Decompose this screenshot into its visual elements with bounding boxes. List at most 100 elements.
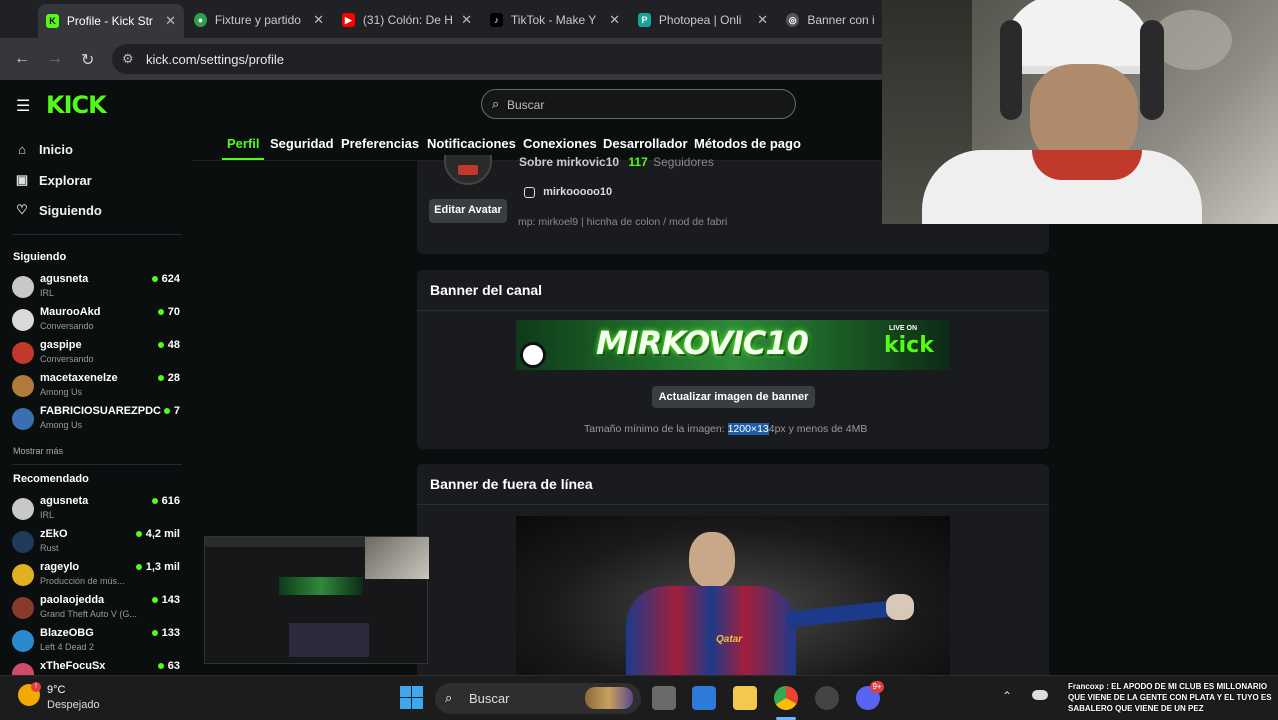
- microsoft-store-icon[interactable]: [692, 686, 716, 710]
- search-placeholder: Buscar: [507, 98, 545, 112]
- live-dot-icon: [157, 663, 164, 670]
- live-dot-icon: [151, 276, 158, 283]
- live-dot-icon: [157, 342, 164, 349]
- avatar: [12, 309, 34, 331]
- channel-name: xTheFocuSx: [40, 660, 106, 672]
- sidebar-item-inicio[interactable]: ⌂ Inicio: [14, 142, 73, 157]
- channel-item[interactable]: zEkO Rust 4,2 mil: [12, 528, 180, 558]
- chrome-icon[interactable]: [774, 686, 798, 710]
- channel-item[interactable]: macetaxenelze Among Us 28: [12, 372, 180, 402]
- following-section-title: Siguiendo: [13, 251, 67, 263]
- close-tab-icon[interactable]: ✕: [461, 12, 472, 28]
- close-tab-icon[interactable]: ✕: [313, 12, 324, 28]
- sidebar-item-label: Explorar: [39, 172, 92, 188]
- offline-banner-card: Banner de fuera de línea Qatar: [417, 464, 1049, 675]
- channel-item[interactable]: FABRICIOSUAREZPDC Among Us 7: [12, 405, 180, 435]
- live-dot-icon: [151, 630, 158, 637]
- channel-item[interactable]: agusneta IRL 624: [12, 273, 180, 303]
- update-banner-button[interactable]: Actualizar imagen de banner: [652, 386, 815, 408]
- edit-avatar-button[interactable]: Editar Avatar: [429, 199, 507, 223]
- back-arrow-icon[interactable]: ←: [14, 50, 30, 68]
- tab-desarrollador[interactable]: Desarrollador: [603, 136, 688, 151]
- channel-item[interactable]: paolaojedda Grand Theft Auto V (G... 143: [12, 594, 180, 624]
- player-arm: [785, 600, 897, 628]
- close-tab-icon[interactable]: ✕: [757, 12, 768, 28]
- show-more-link[interactable]: Mostrar más: [13, 446, 63, 456]
- close-tab-icon[interactable]: ✕: [165, 13, 176, 29]
- channel-item[interactable]: BlazeOBG Left 4 Dead 2 133: [12, 627, 180, 657]
- tab-metodos-de-pago[interactable]: Métodos de pago: [694, 136, 801, 151]
- webcam-cap: [1002, 0, 1152, 74]
- avatar: [12, 564, 34, 586]
- live-dot-icon: [163, 408, 170, 415]
- channel-item[interactable]: agusneta IRL 616: [12, 495, 180, 525]
- chevron-up-icon[interactable]: ⌃: [1002, 689, 1012, 703]
- task-view-icon[interactable]: [652, 686, 676, 710]
- sidebar-item-explorar[interactable]: ▣ Explorar: [14, 172, 92, 188]
- avatar: [12, 597, 34, 619]
- recommended-section-title: Recomendado: [13, 473, 89, 485]
- offline-banner-title: Banner de fuera de línea: [430, 476, 593, 492]
- tab-kick-profile[interactable]: K Profile - Kick Str ✕: [38, 4, 184, 38]
- site-info-icon[interactable]: ⚙: [122, 51, 134, 67]
- hamburger-menu-icon[interactable]: ☰: [16, 96, 30, 116]
- channel-name: rageylo: [40, 561, 80, 573]
- tab-youtube[interactable]: ▶ (31) Colón: De H ✕: [334, 6, 480, 34]
- avatar: [12, 630, 34, 652]
- channel-name: macetaxenelze: [40, 372, 118, 384]
- channel-category: Among Us: [40, 420, 83, 430]
- tab-title: (31) Colón: De H: [362, 13, 453, 27]
- sidebar-item-siguiendo[interactable]: ♡ Siguiendo: [14, 202, 102, 218]
- sidebar-item-label: Siguiendo: [39, 202, 102, 218]
- close-tab-icon[interactable]: ✕: [609, 12, 620, 28]
- tab-notificaciones[interactable]: Notificaciones: [427, 136, 516, 151]
- sidebar-item-label: Inicio: [39, 142, 73, 157]
- tab-perfil[interactable]: Perfil: [227, 136, 260, 151]
- tab-tiktok[interactable]: ♪ TikTok - Make Y ✕: [482, 6, 628, 34]
- reload-icon[interactable]: ↻: [81, 50, 94, 70]
- card-separator: [417, 504, 1049, 505]
- channel-item[interactable]: MaurooAkd Conversando 70: [12, 306, 180, 336]
- viewer-count: 70: [157, 306, 180, 318]
- windows-start-icon[interactable]: [400, 686, 424, 710]
- photopea-favicon-icon: P: [638, 13, 651, 27]
- start-pane: [412, 686, 423, 697]
- tab-conexiones[interactable]: Conexiones: [523, 136, 597, 151]
- instagram-link[interactable]: mirkooooo10: [524, 186, 612, 198]
- live-dot-icon: [135, 531, 142, 538]
- shirt-collar-stripe: [1032, 150, 1142, 180]
- banner-title-text: MIRKOVIC10: [596, 324, 809, 362]
- search-input[interactable]: ⌕ Buscar: [481, 89, 796, 119]
- avatar: [444, 155, 492, 185]
- tab-fixture[interactable]: ● Fixture y partido ✕: [186, 6, 332, 34]
- weather-description: Despejado: [47, 699, 100, 711]
- avatar: [12, 342, 34, 364]
- tab-banner[interactable]: ◎ Banner con im: [778, 6, 882, 34]
- obs-icon[interactable]: [815, 686, 839, 710]
- discord-badge: 9+: [870, 681, 884, 693]
- tab-title: Fixture y partido: [214, 13, 301, 27]
- avatar: [12, 498, 34, 520]
- tab-title: Banner con im: [807, 13, 874, 27]
- hint-highlight: 1200×13: [727, 423, 769, 435]
- tab-preferencias[interactable]: Preferencias: [341, 136, 419, 151]
- channel-name: agusneta: [40, 495, 89, 507]
- live-on-text: LIVE ON: [889, 325, 918, 332]
- live-dot-icon: [151, 498, 158, 505]
- file-explorer-icon[interactable]: [733, 686, 757, 710]
- avatar: [12, 531, 34, 553]
- tab-photopea[interactable]: P Photopea | Onli ✕: [630, 6, 776, 34]
- forward-arrow-icon[interactable]: →: [47, 50, 63, 68]
- cloud-icon[interactable]: [1032, 690, 1048, 700]
- headset-right: [1140, 20, 1164, 120]
- taskbar-search[interactable]: ⌕ Buscar: [435, 683, 641, 714]
- channel-category: Grand Theft Auto V (G...: [40, 609, 137, 619]
- sidebar-divider: [12, 464, 182, 465]
- search-highlight-image: [585, 687, 633, 709]
- kick-logo[interactable]: KICK: [46, 91, 107, 119]
- channel-item[interactable]: gaspipe Conversando 48: [12, 339, 180, 369]
- channel-item[interactable]: rageylo Producción de mús... 1,3 mil: [12, 561, 180, 591]
- player-hand: [886, 594, 914, 620]
- live-dot-icon: [157, 309, 164, 316]
- tab-seguridad[interactable]: Seguridad: [270, 136, 334, 151]
